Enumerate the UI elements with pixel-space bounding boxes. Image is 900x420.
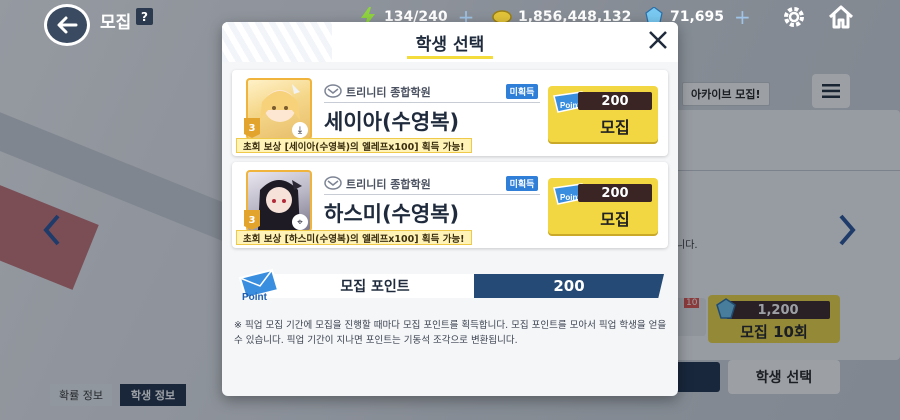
name-divider <box>324 102 540 103</box>
student-card[interactable]: 3 ⌖ 트리니티 종합학원 미획득 하스미(수영복) 초회 보상 [하스미(수영… <box>232 162 668 248</box>
student-card[interactable]: 3 ⤓ 트리니티 종합학원 미획득 세이아(수영복) 초회 보상 [세이아(수영… <box>232 70 668 156</box>
recruit-label: 모집 <box>600 118 630 137</box>
point-envelope-icon: Point <box>238 268 280 303</box>
recruit-points-note: ※ 픽업 모집 기간에 모집을 진행할 때마다 모집 포인트를 획득합니다. 모… <box>234 320 667 346</box>
student-name: 세이아(수영복) <box>324 110 460 134</box>
back-button[interactable] <box>44 4 90 46</box>
recruit-cost: 200 <box>578 92 652 110</box>
modal-title: 학생 선택 <box>415 35 485 55</box>
recruit-button[interactable]: Point 200 모집 <box>548 178 658 234</box>
page-title: 모집 <box>100 13 132 33</box>
star-grade-badge: 3 <box>244 118 260 138</box>
recruit-label: 모집 <box>600 210 630 229</box>
next-banner-arrow-icon[interactable] <box>835 212 859 248</box>
settings-gear-icon[interactable] <box>781 4 807 30</box>
recruit-button[interactable]: Point 200 모집 <box>548 86 658 142</box>
home-icon[interactable] <box>827 3 855 31</box>
star-grade-badge: 3 <box>244 210 260 230</box>
first-reward-notice: 초회 보상 [세이아(수영복)의 엘레프x100] 획득 가능! <box>236 138 472 153</box>
school-name: 트리니티 종합학원 <box>346 86 431 99</box>
trinity-school-icon <box>324 84 342 98</box>
unowned-badge: 미획득 <box>506 84 538 99</box>
download-icon: ⤓ <box>292 122 308 138</box>
recruit-cost: 200 <box>578 184 652 202</box>
gem-value: 71,695 <box>670 9 725 25</box>
recruit-points-value: 200 <box>474 274 664 298</box>
recruit-points-label: 모집 포인트 <box>266 274 474 298</box>
school-name: 트리니티 종합학원 <box>346 178 431 191</box>
crosshair-icon: ⌖ <box>292 214 308 230</box>
student-select-modal: 학생 선택 3 ⤓ 트리니티 종합학원 미획득 세이아(수영복) 초회 보상 [… <box>222 22 678 396</box>
unowned-badge: 미획득 <box>506 176 538 191</box>
svg-text:Point: Point <box>242 292 268 303</box>
help-icon[interactable]: ? <box>136 8 153 25</box>
title-underline <box>407 56 493 59</box>
trinity-school-icon <box>324 176 342 190</box>
close-icon[interactable] <box>646 28 670 52</box>
prev-banner-arrow-icon[interactable] <box>40 212 64 248</box>
name-divider <box>324 194 540 195</box>
arrow-left-icon <box>57 16 78 34</box>
recruit-points-row: 모집 포인트 200 Point <box>236 268 664 303</box>
gem-plus-button[interactable]: + <box>734 5 751 29</box>
student-name: 하스미(수영복) <box>324 202 460 226</box>
first-reward-notice: 초회 보상 [하스미(수영복)의 엘레프x100] 획득 가능! <box>236 230 472 245</box>
